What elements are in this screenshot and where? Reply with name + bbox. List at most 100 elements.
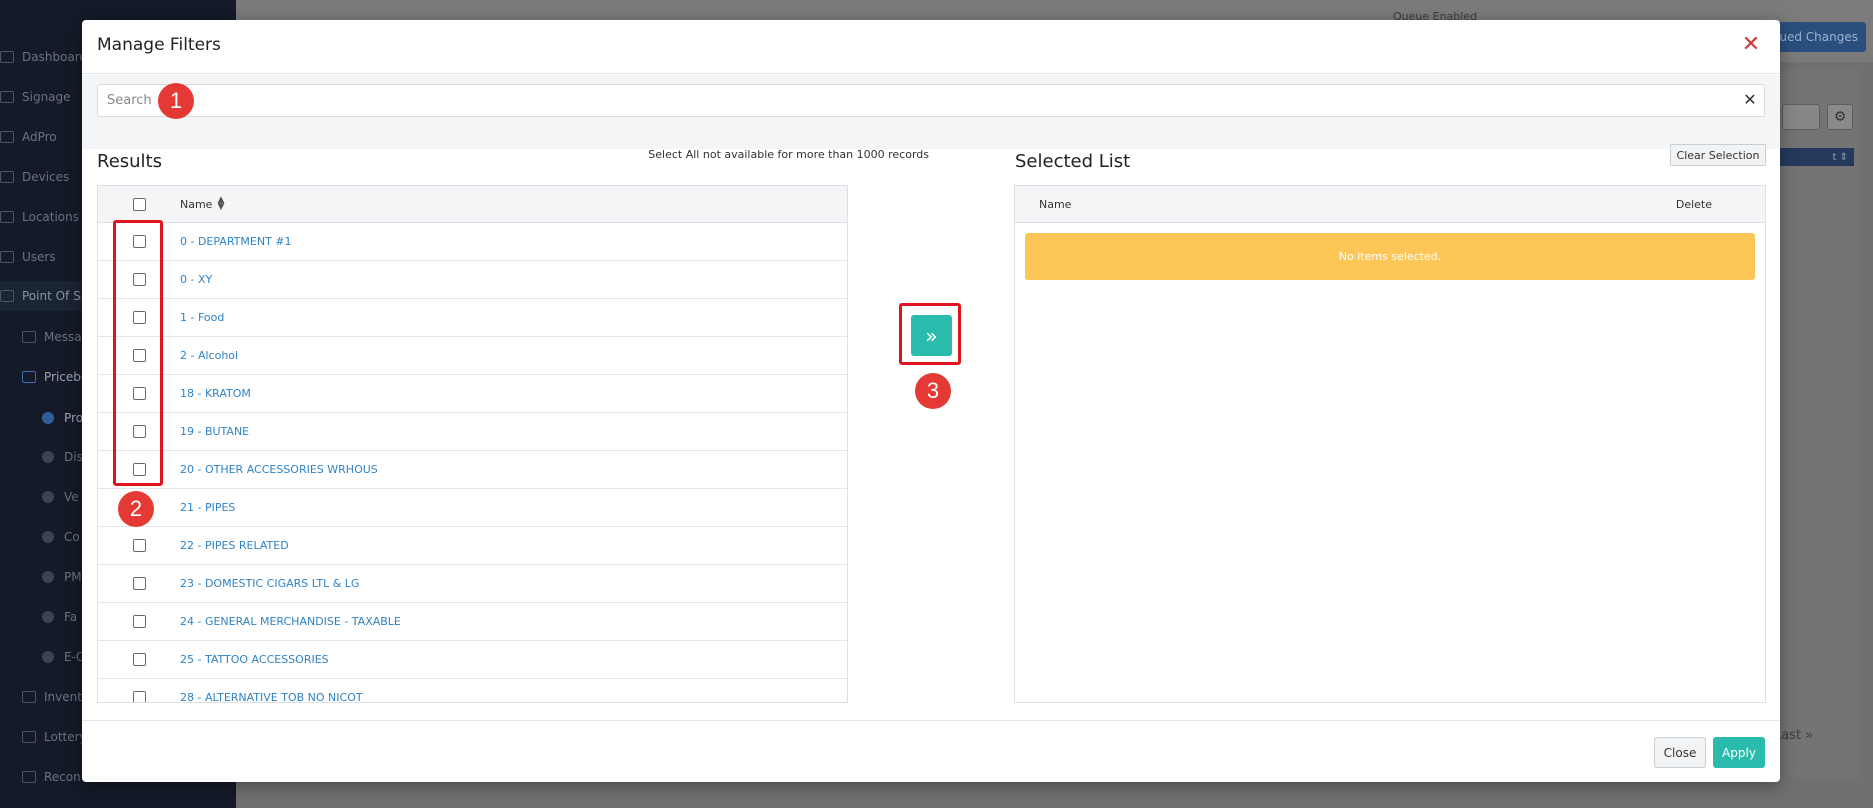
- results-table-header: Name ▲ ▼: [98, 186, 847, 223]
- bg-nav-ve: Ve: [0, 482, 79, 512]
- search-bar: ✕: [82, 75, 1780, 149]
- device-icon: [0, 171, 14, 183]
- annotation-box-checkboxes: [113, 220, 163, 486]
- person-icon: [42, 531, 54, 543]
- bg-nav-ec: E-C: [0, 642, 84, 672]
- bg-nav-co: Co: [0, 522, 80, 552]
- calculator-icon: [22, 371, 36, 383]
- bg-nav-inventory: Invent: [0, 682, 82, 712]
- bg-nav-users: Users: [0, 242, 56, 272]
- bg-nav-pricebook: Pricebo: [0, 362, 88, 392]
- table-row: 0 - XY: [98, 261, 847, 299]
- row-name-link[interactable]: 19 - BUTANE: [180, 425, 249, 438]
- annotation-box-transfer: [899, 303, 961, 365]
- search-input[interactable]: [97, 84, 1765, 117]
- bg-nav-signage: Signage: [0, 82, 71, 112]
- pen-icon: [0, 131, 14, 143]
- row-name-link[interactable]: 23 - DOMESTIC CIGARS LTL & LG: [180, 577, 359, 590]
- bg-nav-dashboard: Dashboard: [0, 42, 87, 72]
- background-select: [1782, 104, 1820, 130]
- selected-table-header: Name Delete: [1015, 186, 1765, 223]
- row-checkbox[interactable]: [132, 539, 146, 552]
- selected-table: Name Delete No items selected.: [1014, 185, 1766, 703]
- bg-nav-fa: Fa: [0, 602, 77, 632]
- circle-icon: [42, 651, 54, 663]
- row-checkbox[interactable]: [132, 577, 146, 590]
- selected-name-header: Name: [1039, 198, 1072, 211]
- no-items-alert: No items selected.: [1025, 233, 1755, 280]
- grid-icon: [22, 771, 36, 783]
- row-checkbox[interactable]: [132, 691, 146, 702]
- table-row: 18 - KRATOM: [98, 375, 847, 413]
- row-name-link[interactable]: 25 - TATTOO ACCESSORIES: [180, 653, 329, 666]
- inventory-icon: [22, 691, 36, 703]
- clear-selection-button[interactable]: Clear Selection: [1670, 144, 1766, 166]
- results-table: Name ▲ ▼ 0 - DEPARTMENT #1 0 - XY 1 - Food 2…: [97, 185, 848, 703]
- row-name-link[interactable]: 18 - KRATOM: [180, 387, 251, 400]
- apply-button[interactable]: Apply: [1713, 737, 1765, 768]
- row-name-link[interactable]: 28 - ALTERNATIVE TOB NO NICOT: [180, 691, 363, 702]
- table-row: 28 - ALTERNATIVE TOB NO NICOT: [98, 679, 847, 702]
- gear-icon: ⚙: [1827, 104, 1853, 130]
- select-all-checkbox[interactable]: [132, 197, 146, 211]
- table-row: 24 - GENERAL MERCHANDISE - TAXABLE: [98, 603, 847, 641]
- bg-nav-recon: Recon: [0, 762, 81, 792]
- bg-nav-adpro: AdPro: [0, 122, 57, 152]
- clear-search-icon[interactable]: ✕: [1740, 90, 1760, 109]
- tag-icon: [42, 571, 54, 583]
- monitor-icon: [0, 91, 14, 103]
- row-checkbox[interactable]: [132, 653, 146, 666]
- annotation-badge-3: 3: [915, 373, 951, 409]
- row-name-link[interactable]: 0 - XY: [180, 273, 212, 286]
- bg-nav-dis: Dis: [0, 442, 83, 472]
- row-name-link[interactable]: 0 - DEPARTMENT #1: [180, 235, 292, 248]
- modal-header: Manage Filters ✕: [82, 20, 1780, 74]
- bg-nav-pm: PM: [0, 562, 82, 592]
- circle-icon: [42, 412, 54, 424]
- table-row: 21 - PIPES: [98, 489, 847, 527]
- modal-title: Manage Filters: [97, 35, 221, 55]
- location-icon: [0, 211, 14, 223]
- table-row: 25 - TATTOO ACCESSORIES: [98, 641, 847, 679]
- row-name-link[interactable]: 21 - PIPES: [180, 501, 235, 514]
- dashboard-icon: [0, 51, 14, 63]
- bg-nav-pro: Pro: [0, 403, 83, 433]
- results-title: Results: [97, 151, 162, 172]
- row-name-link[interactable]: 22 - PIPES RELATED: [180, 539, 289, 552]
- close-icon[interactable]: ✕: [1738, 32, 1764, 58]
- close-button[interactable]: Close: [1654, 737, 1706, 768]
- table-row: 2 - Alcohol: [98, 337, 847, 375]
- circle-icon: [42, 451, 54, 463]
- row-name-link[interactable]: 20 - OTHER ACCESSORIES WRHOUS: [180, 463, 378, 476]
- truck-icon: [42, 491, 54, 503]
- bg-nav-messages: Messa: [0, 322, 82, 352]
- table-row: 22 - PIPES RELATED: [98, 527, 847, 565]
- select-all-note: Select All not available for more than 1…: [648, 148, 929, 161]
- table-row: 1 - Food: [98, 299, 847, 337]
- results-rows: 0 - DEPARTMENT #1 0 - XY 1 - Food 2 - Alcoh…: [98, 223, 847, 702]
- sort-icon: ▲ ▼: [217, 195, 225, 212]
- table-row: 20 - OTHER ACCESSORIES WRHOUS: [98, 451, 847, 489]
- bg-nav-lottery: Lottery: [0, 722, 87, 752]
- background-card: [1779, 70, 1859, 778]
- folder-icon: [42, 611, 54, 623]
- bg-nav-locations: Locations: [0, 202, 79, 232]
- row-name-link[interactable]: 1 - Food: [180, 311, 224, 324]
- bg-nav-devices: Devices: [0, 162, 69, 192]
- annotation-badge-1: 1: [158, 83, 194, 119]
- row-name-link[interactable]: 2 - Alcohol: [180, 349, 238, 362]
- name-column-header[interactable]: Name ▲ ▼: [180, 195, 225, 212]
- ticket-icon: [22, 731, 36, 743]
- message-icon: [22, 331, 36, 343]
- table-row: 0 - DEPARTMENT #1: [98, 223, 847, 261]
- queued-changes-button: ued Changes: [1776, 22, 1866, 52]
- background-table-header: t ⇕: [1779, 148, 1854, 166]
- row-checkbox[interactable]: [132, 615, 146, 628]
- selected-list-title: Selected List: [1015, 151, 1131, 172]
- cart-icon: [0, 290, 14, 302]
- selected-delete-header: Delete: [1675, 198, 1712, 211]
- table-row: 19 - BUTANE: [98, 413, 847, 451]
- row-name-link[interactable]: 24 - GENERAL MERCHANDISE - TAXABLE: [180, 615, 401, 628]
- table-row: 23 - DOMESTIC CIGARS LTL & LG: [98, 565, 847, 603]
- annotation-badge-2: 2: [118, 491, 154, 527]
